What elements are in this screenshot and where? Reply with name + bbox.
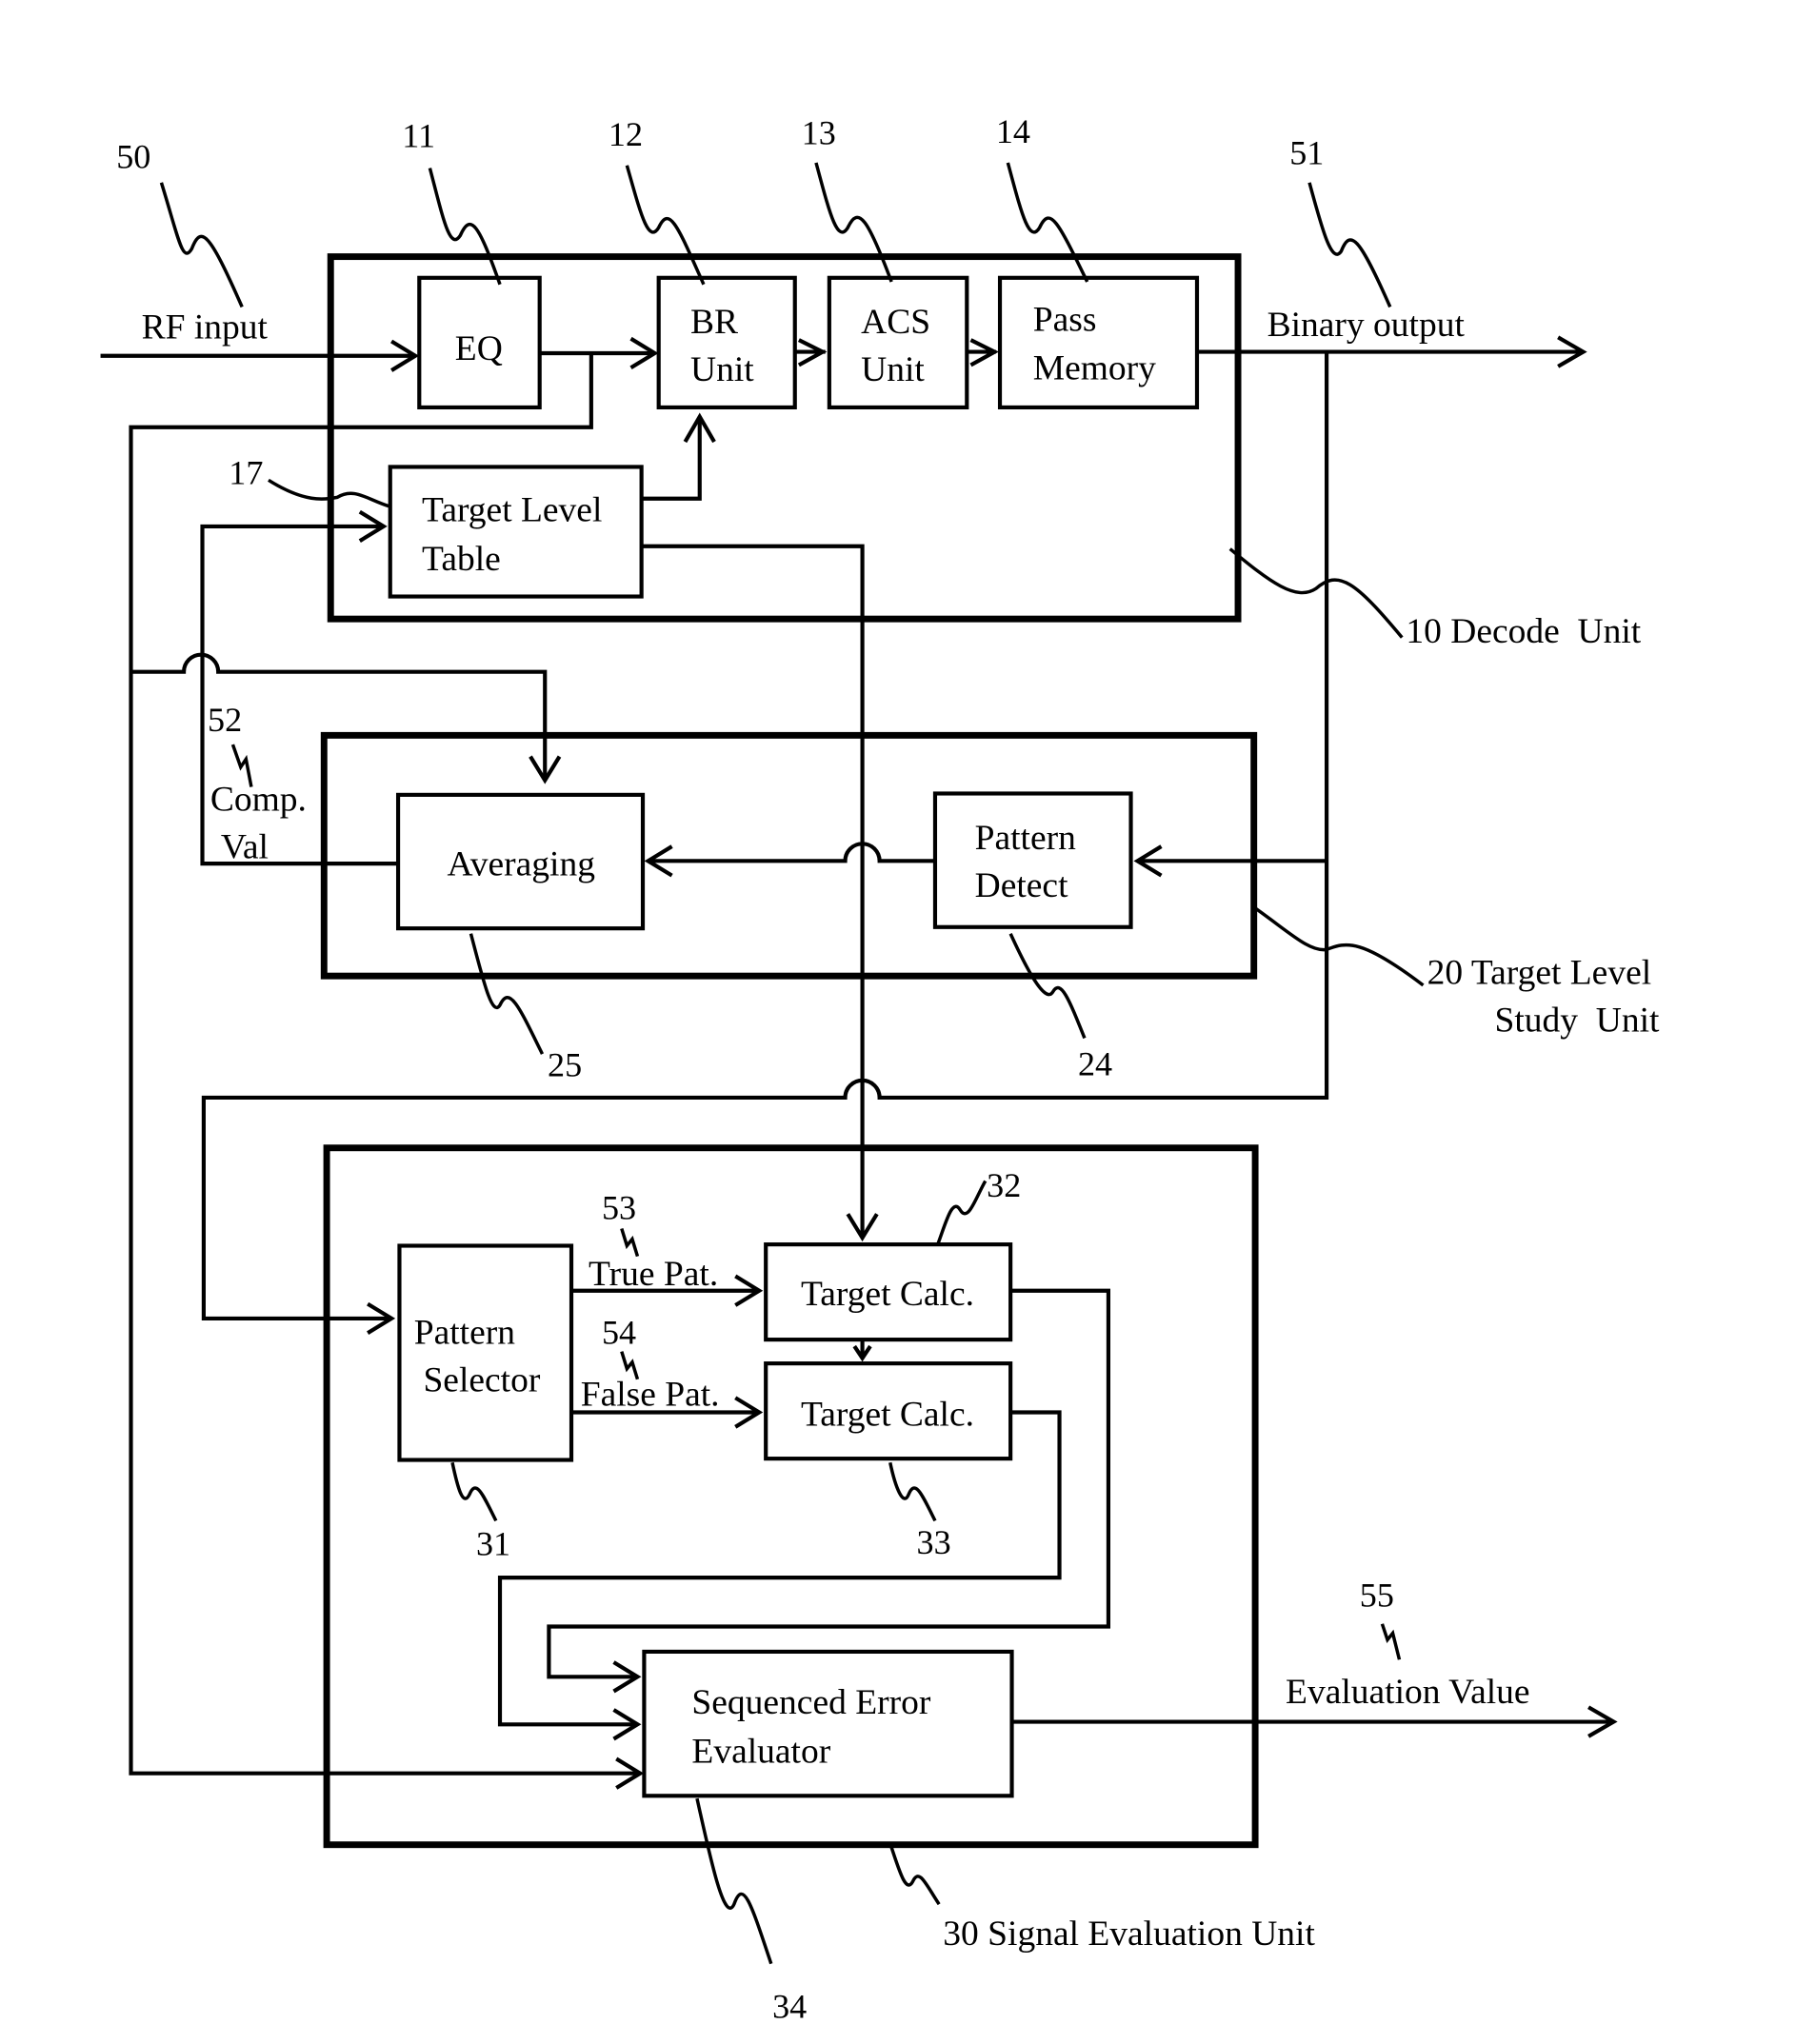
leader-10 xyxy=(1228,547,1404,639)
see-label-line2: Evaluator xyxy=(691,1733,830,1772)
target-level-table-block: Target Level Table xyxy=(388,465,644,599)
ref-54: 54 xyxy=(602,1313,636,1351)
ref-25: 25 xyxy=(548,1046,582,1084)
wire-rail-to-averaging xyxy=(130,652,548,781)
pass-label-line2: Memory xyxy=(1033,349,1156,388)
ref-52: 52 xyxy=(208,701,242,739)
ref-13: 13 xyxy=(802,114,836,152)
ref-55: 55 xyxy=(1360,1577,1394,1615)
pass-label-line1: Pass xyxy=(1033,300,1097,339)
br-label-line1: BR xyxy=(690,303,738,342)
decode-unit-label: 10 Decode Unit xyxy=(1406,612,1641,651)
tc1-label: Target Calc. xyxy=(801,1275,974,1314)
leader-20 xyxy=(1252,905,1425,987)
eq-block: EQ xyxy=(417,275,542,410)
leader-31 xyxy=(450,1461,498,1522)
tlt-label-line1: Target Level xyxy=(422,490,602,529)
true-pattern-label: True Pat. xyxy=(589,1255,718,1294)
ref-12: 12 xyxy=(609,115,643,153)
target-calc-true-block: Target Calc. xyxy=(764,1242,1013,1342)
signal-evaluation-unit-label: 30 Signal Evaluation Unit xyxy=(943,1915,1315,1954)
false-pattern-label: False Pat. xyxy=(581,1376,720,1415)
leader-53 xyxy=(620,1227,640,1258)
comp-val-label-line1: Comp. xyxy=(210,781,307,820)
br-label-line2: Unit xyxy=(690,350,754,389)
evaluation-value-label: Evaluation Value xyxy=(1286,1673,1530,1712)
target-calc-false-block: Target Calc. xyxy=(764,1361,1013,1461)
diagram-canvas: EQ BR Unit ACS Unit Pass Memory Target L… xyxy=(0,0,1816,2039)
comp-val-label-line2: Val xyxy=(221,828,269,867)
leader-32 xyxy=(936,1180,988,1245)
target-level-study-unit-label-line2: Study Unit xyxy=(1494,1002,1660,1041)
ref-17: 17 xyxy=(229,453,263,491)
block-diagram: EQ BR Unit ACS Unit Pass Memory Target L… xyxy=(100,112,1660,2026)
leader-11 xyxy=(428,168,502,286)
leader-50 xyxy=(159,182,244,308)
target-level-study-unit-label-line1: 20 Target Level xyxy=(1427,953,1652,992)
wire-tlt-to-target-calc xyxy=(641,544,865,1239)
ref-33: 33 xyxy=(917,1523,951,1561)
leader-55 xyxy=(1380,1623,1402,1660)
psel-label-line2: Selector xyxy=(423,1360,540,1399)
psel-label-line1: Pattern xyxy=(414,1313,515,1352)
averaging-block: Averaging xyxy=(395,792,646,931)
ref-53: 53 xyxy=(602,1189,636,1227)
rf-input-label: RF input xyxy=(142,308,269,347)
pattern-detect-block: Pattern Detect xyxy=(932,791,1133,929)
pdet-label-line2: Detect xyxy=(975,866,1068,905)
sequenced-error-evaluator-block: Sequenced Error Evaluator xyxy=(642,1649,1014,1798)
leader-14 xyxy=(1006,162,1089,283)
ref-14: 14 xyxy=(996,112,1030,150)
wire-acs-to-pass xyxy=(967,338,999,367)
ref-34: 34 xyxy=(772,1988,807,2026)
tlt-label-line2: Table xyxy=(422,540,501,579)
acs-unit-block: ACS Unit xyxy=(827,275,969,410)
ref-11: 11 xyxy=(402,116,435,154)
leader-24 xyxy=(1008,932,1087,1040)
eq-label: EQ xyxy=(455,329,503,368)
acs-label-line1: ACS xyxy=(861,303,930,342)
acs-label-line2: Unit xyxy=(861,350,925,389)
pattern-selector-block: Pattern Selector xyxy=(397,1243,574,1462)
ref-51: 51 xyxy=(1289,133,1324,171)
wire-pdet-to-averaging xyxy=(648,842,935,863)
leader-30 xyxy=(889,1846,941,1906)
wire-br-to-acs xyxy=(794,338,828,367)
see-label-line1: Sequenced Error xyxy=(691,1683,930,1722)
averaging-label: Averaging xyxy=(447,845,595,884)
leader-25 xyxy=(469,933,545,1055)
leader-33 xyxy=(888,1461,937,1522)
pass-memory-block: Pass Memory xyxy=(997,275,1200,410)
ref-31: 31 xyxy=(476,1525,510,1563)
leader-34 xyxy=(695,1797,773,1965)
ref-50: 50 xyxy=(116,138,150,176)
br-unit-block: BR Unit xyxy=(656,275,797,410)
tc2-label: Target Calc. xyxy=(801,1395,974,1434)
ref-24: 24 xyxy=(1078,1044,1112,1082)
wire-binary-to-pattern-selector xyxy=(201,351,1329,1320)
leader-51 xyxy=(1307,182,1392,308)
leader-12 xyxy=(625,165,706,286)
wire-tc1-to-tc2 xyxy=(852,1340,872,1362)
leader-13 xyxy=(814,162,893,283)
binary-output-label: Binary output xyxy=(1267,306,1466,345)
pdet-label-line1: Pattern xyxy=(975,819,1076,858)
ref-32: 32 xyxy=(987,1166,1021,1204)
